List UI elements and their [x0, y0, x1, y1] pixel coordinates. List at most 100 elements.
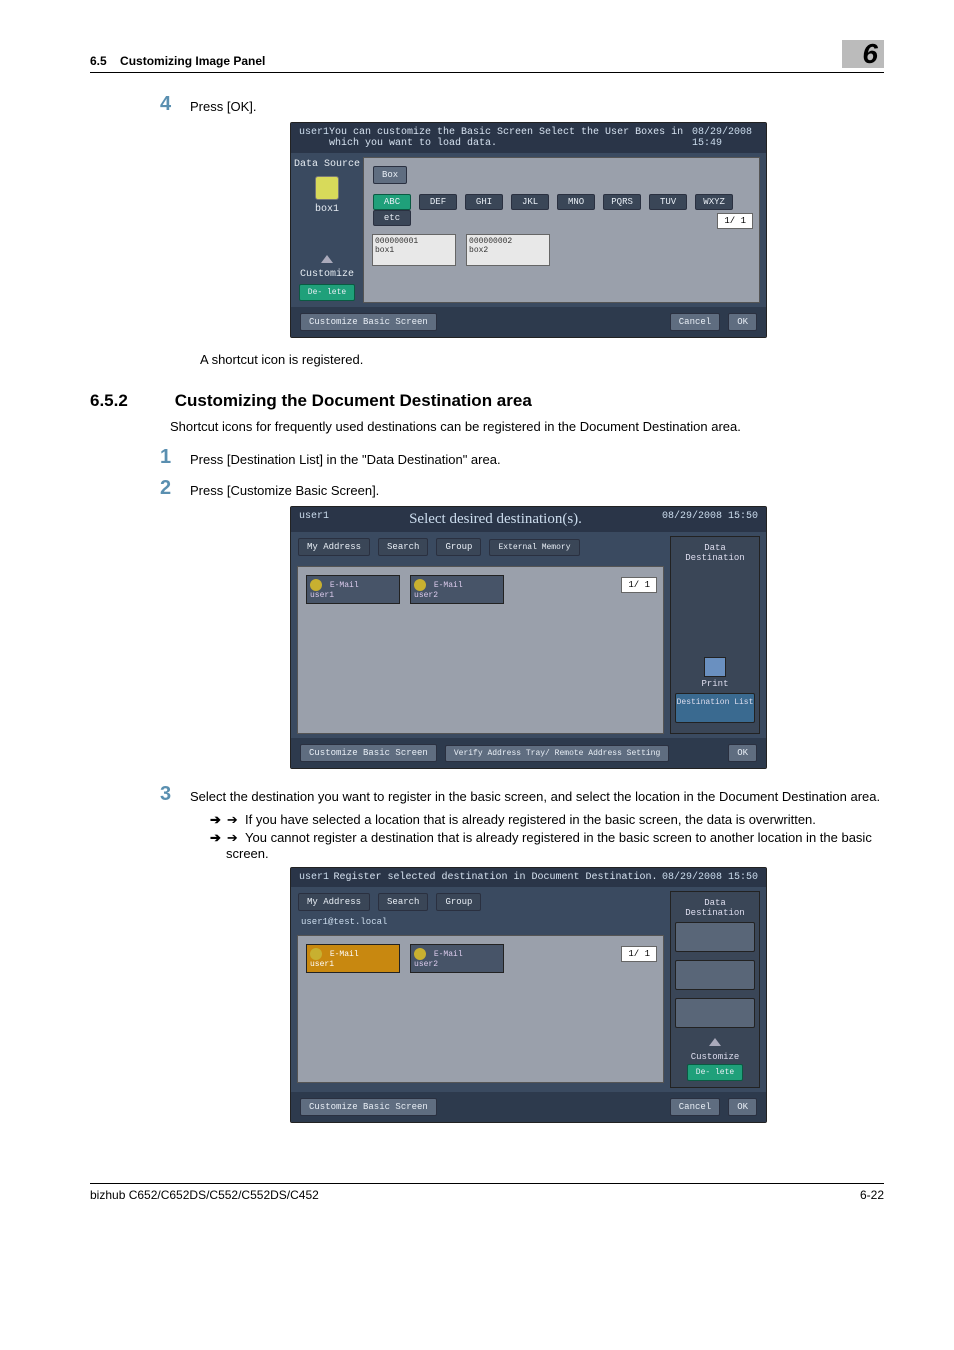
destination-list-button[interactable]: Destination List	[675, 693, 755, 723]
tab-group[interactable]: Group	[436, 893, 481, 911]
step-number: 3	[160, 783, 190, 806]
dest-type: E-Mail	[434, 581, 463, 590]
customize-label: Customize	[293, 269, 361, 280]
page-footer: bizhub C652/C652DS/C552/C552DS/C452 6-22	[90, 1183, 884, 1202]
pager: 1/ 1	[621, 577, 657, 593]
dest-list-label: Destination List	[676, 694, 754, 707]
delete-button[interactable]: De- lete	[687, 1064, 743, 1081]
footer-page: 6-22	[860, 1188, 884, 1202]
panel-user: user1	[299, 511, 329, 528]
page-header: 6.5 Customizing Image Panel 6	[90, 40, 884, 68]
box-icon	[315, 176, 339, 200]
dest-type: E-Mail	[330, 950, 359, 959]
cancel-button[interactable]: Cancel	[670, 1098, 720, 1116]
slot-1[interactable]	[675, 922, 755, 952]
tab-group[interactable]: Group	[436, 538, 481, 556]
dest-item-2[interactable]: E-Mail user2	[410, 575, 504, 604]
box-name: box2	[469, 246, 547, 255]
section-title: Customizing Image Panel	[120, 54, 265, 68]
bullet-2: ➔ You cannot register a destination that…	[210, 830, 884, 861]
right-title: Data Destination	[675, 543, 755, 563]
tab-wxyz[interactable]: WXYZ	[695, 194, 733, 210]
dest-item-1-selected[interactable]: E-Mail user1	[306, 944, 400, 973]
dest-item-2[interactable]: E-Mail user2	[410, 944, 504, 973]
cancel-button[interactable]: Cancel	[670, 313, 720, 331]
left-box-label: box1	[293, 204, 361, 215]
ok-button[interactable]: OK	[728, 313, 757, 331]
bullet-1: ➔ If you have selected a location that i…	[210, 812, 884, 828]
slot-2[interactable]	[675, 960, 755, 990]
tab-pqrs[interactable]: PQRS	[603, 194, 641, 210]
panel-user: user1	[299, 872, 329, 883]
tab-search[interactable]: Search	[378, 893, 428, 911]
tab-search[interactable]: Search	[378, 538, 428, 556]
email-icon	[414, 579, 426, 591]
subsection-heading: 6.5.2 Customizing the Document Destinati…	[90, 391, 884, 411]
step-2: 2 Press [Customize Basic Screen].	[160, 477, 884, 500]
print-label: Print	[701, 679, 728, 689]
step-3-bullets: ➔ If you have selected a location that i…	[210, 812, 884, 861]
tab-etc[interactable]: etc	[373, 210, 411, 226]
data-destination-panel: Data Destination Print Destination List	[670, 536, 760, 734]
pager: 1/ 1	[717, 213, 753, 229]
pager: 1/ 1	[621, 946, 657, 962]
print-icon	[704, 657, 726, 677]
dest-item-1[interactable]: E-Mail user1	[306, 575, 400, 604]
tab-ghi[interactable]: GHI	[465, 194, 503, 210]
ok-button[interactable]: OK	[728, 1098, 757, 1116]
footer-model: bizhub C652/C652DS/C552/C552DS/C452	[90, 1188, 319, 1202]
screenshot-select-destination: user1 Select desired destination(s). 08/…	[290, 506, 767, 769]
ok-button[interactable]: OK	[728, 744, 757, 762]
selected-email: user1@test.local	[291, 917, 670, 931]
intro-text: Shortcut icons for frequently used desti…	[170, 419, 884, 434]
tab-external-memory[interactable]: External Memory	[489, 539, 579, 556]
dest-name: user1	[310, 591, 334, 600]
customize-label: Customize	[675, 1052, 755, 1062]
verify-address-button[interactable]: Verify Address Tray/ Remote Address Sett…	[445, 745, 669, 762]
dest-name: user2	[414, 960, 438, 969]
customize-basic-screen-button[interactable]: Customize Basic Screen	[300, 1098, 437, 1116]
panel-title: Select desired destination(s).	[409, 511, 582, 528]
slot-3[interactable]	[675, 998, 755, 1028]
email-icon	[310, 579, 322, 591]
tab-jkl[interactable]: JKL	[511, 194, 549, 210]
subsection-title: Customizing the Document Destination are…	[175, 391, 532, 410]
up-arrow-icon	[709, 1038, 721, 1046]
panel-user: user1	[299, 127, 329, 149]
step-text: Press [OK].	[190, 93, 256, 116]
data-source-label: Data Source	[293, 159, 361, 170]
data-destination-panel: Data Destination Customize De- lete	[670, 891, 760, 1088]
result-text: A shortcut icon is registered.	[200, 352, 884, 367]
tab-tuv[interactable]: TUV	[649, 194, 687, 210]
tab-mno[interactable]: MNO	[557, 194, 595, 210]
customize-basic-screen-button[interactable]: Customize Basic Screen	[300, 744, 437, 762]
step-text: Press [Destination List] in the "Data De…	[190, 446, 501, 469]
panel-datetime: 08/29/2008 15:50	[662, 511, 758, 528]
box-item-1[interactable]: 000000001 box1	[372, 234, 456, 266]
subsection-number: 6.5.2	[90, 391, 170, 411]
tab-my-address[interactable]: My Address	[298, 538, 370, 556]
box-button[interactable]: Box	[373, 166, 407, 184]
step-number: 1	[160, 446, 190, 469]
step-text: Select the destination you want to regis…	[190, 783, 880, 806]
dest-name: user1	[310, 960, 334, 969]
customize-basic-screen-button[interactable]: Customize Basic Screen	[300, 313, 437, 331]
right-title: Data Destination	[675, 898, 755, 918]
screenshot-register-destination: user1 Register selected destination in D…	[290, 867, 767, 1123]
box-item-2[interactable]: 000000002 box2	[466, 234, 550, 266]
tab-my-address[interactable]: My Address	[298, 893, 370, 911]
box-name: box1	[375, 246, 453, 255]
tab-def[interactable]: DEF	[419, 194, 457, 210]
panel-datetime: 08/29/2008 15:49	[692, 127, 758, 149]
chapter-badge: 6	[842, 40, 884, 68]
screenshot-customize-box: user1 You can customize the Basic Screen…	[290, 122, 767, 338]
panel-message: Register selected destination in Documen…	[333, 872, 657, 883]
email-icon	[414, 948, 426, 960]
panel-datetime: 08/29/2008 15:50	[662, 872, 758, 883]
header-rule	[90, 72, 884, 73]
box-id: 000000001	[375, 237, 453, 246]
panel-message: You can customize the Basic Screen Selec…	[329, 127, 692, 149]
delete-button[interactable]: De- lete	[299, 284, 355, 301]
section-number: 6.5	[90, 54, 107, 68]
tab-abc[interactable]: ABC	[373, 194, 411, 210]
